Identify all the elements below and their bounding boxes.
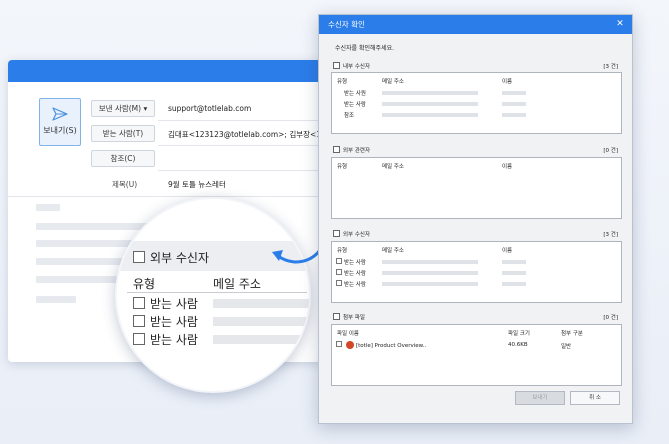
col-name: 이름: [502, 248, 513, 254]
subject-field[interactable]: 9월 토틀 뉴스레터: [168, 179, 226, 190]
external-section-header: 외부 수신자 [3 건]: [333, 230, 618, 240]
name-placeholder: [502, 271, 526, 275]
sender-button[interactable]: 보낸 사람(M) ▾: [91, 100, 155, 117]
body-placeholder: [36, 258, 126, 265]
send-icon: [52, 107, 68, 121]
external-related-count: [0 건]: [603, 148, 618, 154]
dialog-titlebar: 수신자 확인 ✕: [319, 15, 632, 34]
table-row: 받는 사원: [344, 91, 366, 97]
internal-section-header: 내부 수신자 [3 건]: [333, 62, 618, 72]
compose-titlebar: [8, 60, 348, 82]
row-checkbox[interactable]: [336, 280, 342, 286]
file-name: [totle] Product Overview..: [356, 343, 427, 349]
col-attach-type: 첨부 구분: [561, 331, 583, 337]
col-name: 이름: [502, 164, 513, 170]
body-placeholder: [36, 204, 60, 211]
attachments-table: 파일 이름 파일 크기 첨부 구분 [totle] Product Overvi…: [331, 324, 622, 386]
email-placeholder: [382, 91, 478, 95]
table-row: 받는 사람: [344, 102, 366, 108]
internal-checkbox[interactable]: [333, 62, 340, 69]
email-placeholder: [382, 113, 478, 117]
file-type: 일반: [561, 344, 572, 350]
magnifier-email-placeholder: [213, 299, 309, 308]
magnifier-section-title: 외부 수신자: [133, 249, 209, 266]
table-row[interactable]: 받는 사람: [336, 280, 366, 288]
magnifier-row: 받는 사람: [133, 331, 198, 348]
external-count: [3 건]: [603, 232, 618, 238]
magnifier-email-placeholder: [213, 317, 309, 326]
col-file-size: 파일 크기: [508, 331, 530, 337]
magnifier-zoom: 외부 수신자 유형 메일 주소 받는 사람 받는 사람 받는 사람: [115, 197, 311, 393]
external-related-checkbox[interactable]: [333, 146, 340, 153]
send-button[interactable]: 보내기(S): [39, 98, 81, 146]
body-placeholder: [36, 296, 76, 303]
name-placeholder: [502, 113, 526, 117]
close-icon[interactable]: ✕: [614, 15, 626, 34]
row-checkbox[interactable]: [336, 269, 342, 275]
table-row[interactable]: 받는 사람: [336, 258, 366, 266]
col-type: 유형: [337, 248, 348, 254]
recipient-dialog: 수신자 확인 ✕ 수신자를 확인해주세요. 내부 수신자 [3 건] 유형 메일…: [318, 14, 633, 424]
cc-button[interactable]: 참조(C): [91, 150, 155, 167]
to-field[interactable]: 김대표<123123@totlelab.com>; 김부장<123: [168, 129, 331, 140]
name-placeholder: [502, 260, 526, 264]
email-placeholder: [382, 260, 478, 264]
external-related-table: 유형 메일 주소 이름: [331, 157, 622, 219]
to-button[interactable]: 받는 사람(T): [91, 125, 155, 142]
sender-value: support@totlelab.com: [168, 104, 252, 113]
name-placeholder: [502, 282, 526, 286]
row-checkbox[interactable]: [336, 258, 342, 264]
dialog-instruction: 수신자를 확인해주세요.: [335, 45, 395, 52]
subject-underline: [8, 196, 348, 197]
file-size: 40.6KB: [508, 342, 528, 348]
email-placeholder: [382, 271, 478, 275]
row-checkbox[interactable]: [336, 341, 342, 347]
col-type: 유형: [337, 164, 348, 170]
internal-count: [3 건]: [603, 64, 618, 70]
col-file-name: 파일 이름: [337, 331, 359, 337]
internal-table: 유형 메일 주소 이름 받는 사원 받는 사람 참조: [331, 72, 622, 134]
table-row: 참조: [344, 113, 355, 119]
attachments-count: [0 건]: [603, 315, 618, 321]
attachments-checkbox[interactable]: [333, 313, 340, 320]
attachments-section-header: 첨부 파일 [0 건]: [333, 313, 618, 323]
email-placeholder: [382, 102, 478, 106]
external-related-section-header: 외부 관련자 [0 건]: [333, 146, 618, 156]
name-placeholder: [502, 91, 526, 95]
external-table: 유형 메일 주소 이름 받는 사람 받는 사람 받는 사람: [331, 241, 622, 303]
magnifier-row: 받는 사람: [133, 313, 198, 330]
name-placeholder: [502, 102, 526, 106]
col-name: 이름: [502, 79, 513, 85]
magnifier-email-placeholder: [213, 335, 309, 344]
dialog-cancel-button[interactable]: 취 소: [570, 391, 620, 405]
email-placeholder: [382, 282, 478, 286]
magnifier-checkbox: [133, 251, 145, 263]
col-email: 메일 주소: [382, 248, 404, 254]
magnifier-checkbox: [133, 333, 145, 345]
send-button-label: 보내기(S): [43, 126, 77, 135]
powerpoint-icon: [346, 341, 354, 349]
external-checkbox[interactable]: [333, 230, 340, 237]
dialog-title: 수신자 확인: [328, 20, 365, 29]
magnifier-row: 받는 사람: [133, 295, 198, 312]
col-email: 메일 주소: [382, 79, 404, 85]
col-type: 유형: [337, 79, 348, 85]
magnifier-divider: [127, 292, 307, 293]
magnifier-checkbox: [133, 315, 145, 327]
body-placeholder: [36, 276, 118, 283]
subject-label: 제목(U): [112, 180, 138, 189]
table-row[interactable]: [totle] Product Overview..: [336, 341, 426, 349]
magnifier-col-type: 유형: [133, 277, 156, 291]
dialog-send-button[interactable]: 보내기: [515, 391, 565, 405]
table-row[interactable]: 받는 사람: [336, 269, 366, 277]
col-email: 메일 주소: [382, 164, 404, 170]
magnifier-checkbox: [133, 297, 145, 309]
magnifier-col-email: 메일 주소: [213, 277, 261, 291]
